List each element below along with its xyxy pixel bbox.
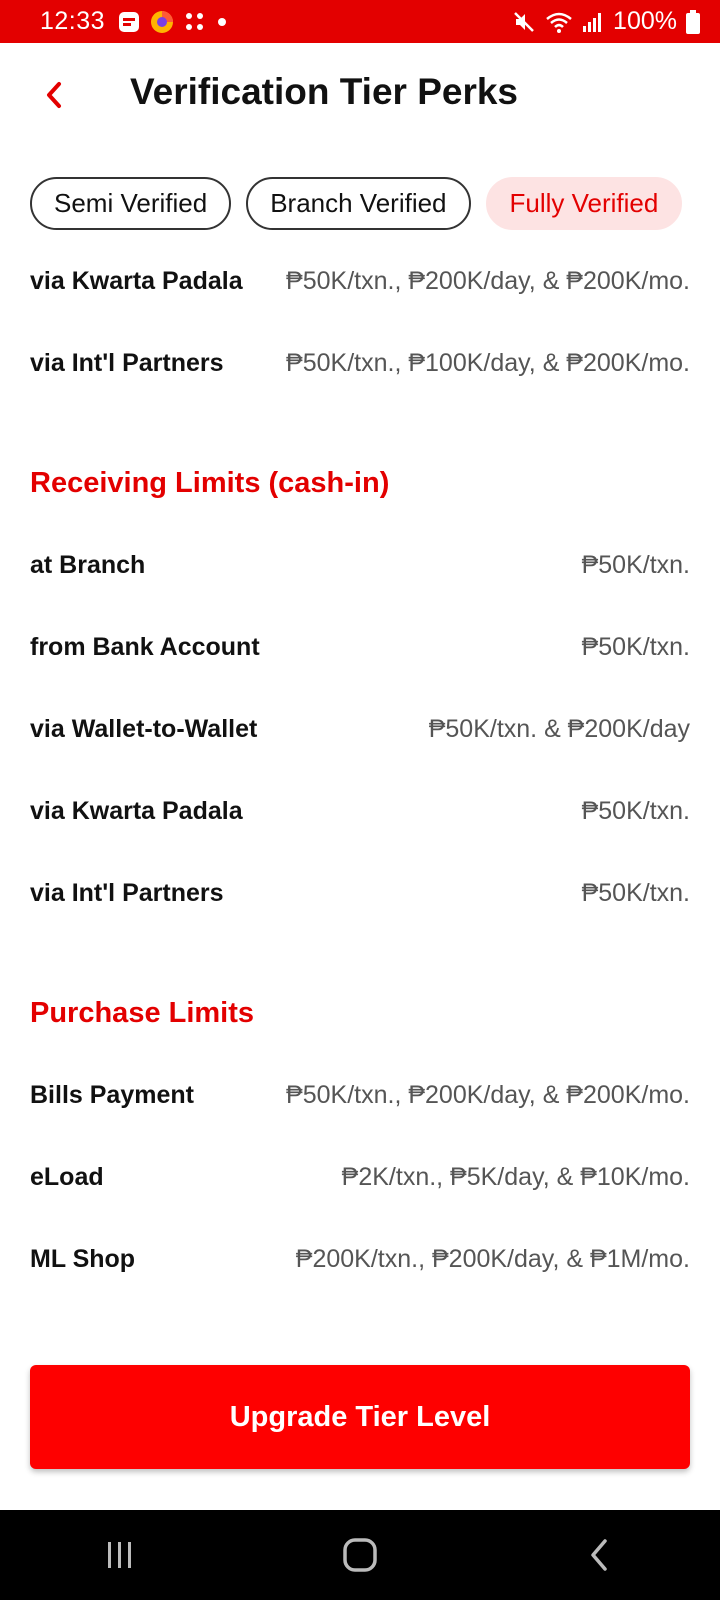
limit-label: via Int'l Partners [30,348,224,377]
tab-branch-verified[interactable]: Branch Verified [246,177,471,230]
battery-percent: 100% [613,7,677,35]
recent-apps-button[interactable] [80,1525,160,1585]
battery-icon [686,9,700,34]
app-icon [117,10,141,34]
dot-icon [215,15,229,29]
list-item: via Kwarta Padala ₱50K/txn. [30,770,690,852]
limit-value: ₱2K/txn., ₱5K/day, & ₱10K/mo. [341,1162,690,1191]
limit-label: ML Shop [30,1244,136,1273]
limit-value: ₱50K/txn. & ₱200K/day [428,714,690,743]
mute-icon [512,10,536,34]
chevron-left-icon [47,82,61,108]
home-button[interactable] [320,1525,400,1585]
limit-label: at Branch [30,550,146,579]
back-icon [591,1539,607,1571]
limit-value: ₱50K/txn. [581,632,690,661]
list-item: from Bank Account ₱50K/txn. [30,606,690,688]
list-item: via Int'l Partners ₱50K/txn., ₱100K/day,… [30,322,690,404]
tier-tabs: Semi Verified Branch Verified Fully Veri… [30,177,683,230]
system-back-button[interactable] [560,1525,640,1585]
status-bar: 12:33 100% [0,0,720,43]
limit-label: from Bank Account [30,632,260,661]
limit-label: via Int'l Partners [30,878,224,907]
home-icon [343,1538,377,1572]
limit-value: ₱200K/txn., ₱200K/day, & ₱1M/mo. [295,1244,690,1273]
purchase-limits-heading: Purchase Limits [30,996,255,1029]
limit-label: eLoad [30,1162,104,1191]
perks-list[interactable]: via Kwarta Padala ₱50K/txn., ₱200K/day, … [30,240,690,1300]
limit-label: via Wallet-to-Wallet [30,714,258,743]
list-item: Bills Payment ₱50K/txn., ₱200K/day, & ₱2… [30,1054,690,1136]
recent-apps-icon [108,1542,131,1568]
limit-value: ₱50K/txn. [581,550,690,579]
limit-value: ₱50K/txn. [581,878,690,907]
app-header: Verification Tier Perks [0,43,720,153]
browser-icon [149,9,175,35]
limit-value: ₱50K/txn., ₱200K/day, & ₱200K/mo. [286,1080,690,1109]
limit-label: via Kwarta Padala [30,266,243,295]
tab-fully-verified[interactable]: Fully Verified [485,177,683,230]
status-notification-icons [117,9,229,35]
wifi-icon [545,10,573,34]
signal-icon [582,11,604,33]
system-nav-bar [0,1510,720,1600]
limit-label: via Kwarta Padala [30,796,243,825]
limit-label: Bills Payment [30,1080,194,1109]
dots-app-icon [183,10,207,34]
status-system-icons: 100% [512,7,700,36]
list-item: via Kwarta Padala ₱50K/txn., ₱200K/day, … [30,240,690,322]
list-item: eLoad ₱2K/txn., ₱5K/day, & ₱10K/mo. [30,1136,690,1218]
receiving-limits-heading: Receiving Limits (cash-in) [30,466,390,499]
tab-semi-verified[interactable]: Semi Verified [30,177,232,230]
limit-value: ₱50K/txn., ₱100K/day, & ₱200K/mo. [286,348,690,377]
upgrade-tier-button[interactable]: Upgrade Tier Level [30,1365,690,1469]
limit-value: ₱50K/txn. [581,796,690,825]
list-item: ML Shop ₱200K/txn., ₱200K/day, & ₱1M/mo. [30,1218,690,1300]
list-item: at Branch ₱50K/txn. [30,524,690,606]
status-time: 12:33 [40,7,106,35]
limit-value: ₱50K/txn., ₱200K/day, & ₱200K/mo. [286,266,690,295]
page-title: Verification Tier Perks [130,71,519,112]
list-item: via Wallet-to-Wallet ₱50K/txn. & ₱200K/d… [30,688,690,770]
list-item: via Int'l Partners ₱50K/txn. [30,852,690,934]
back-button[interactable] [36,77,72,113]
